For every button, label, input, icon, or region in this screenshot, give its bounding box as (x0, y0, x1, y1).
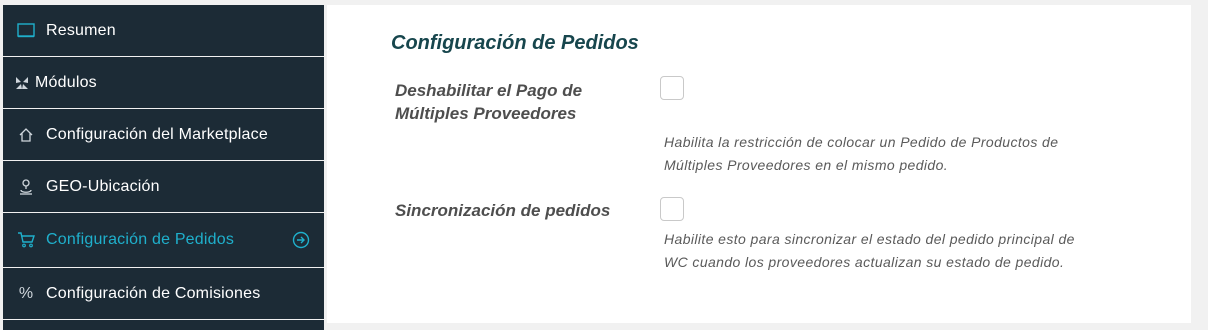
page-title: Configuración de Pedidos (391, 32, 639, 54)
option-description-disable-multi-vendor: Habilita la restricción de colocar un Pe… (664, 134, 1059, 173)
modules-icon (12, 73, 32, 93)
arrow-right-circle-icon (292, 231, 310, 249)
sidebar-item-label: Configuración de Comisiones (46, 284, 261, 302)
sidebar-item-label: GEO-Ubicación (46, 177, 160, 195)
sidebar: Resumen Módulos Configuración del Market… (3, 5, 325, 330)
option-label-order-sync: Sincronización de pedidos (395, 201, 611, 220)
sidebar-item-label: Configuración del Marketplace (46, 125, 268, 143)
sidebar-item-next[interactable] (3, 320, 324, 330)
cart-icon (16, 230, 36, 250)
sidebar-item-marketplace[interactable]: Configuración del Marketplace (3, 109, 324, 160)
sidebar-item-label: Resumen (46, 21, 116, 39)
order-sync-checkbox[interactable] (660, 197, 684, 221)
sidebar-item-label: Configuración de Pedidos (46, 231, 235, 248)
sidebar-item-label: Módulos (35, 73, 97, 91)
disable-multi-vendor-checkbox[interactable] (660, 76, 684, 100)
percent-icon: % (18, 284, 34, 302)
location-icon (16, 177, 36, 197)
sidebar-item-pedidos[interactable]: Configuración de Pedidos (3, 213, 324, 267)
sidebar-item-modulos[interactable]: Módulos (3, 57, 324, 108)
main-panel: Configuración de Pedidos Deshabilitar el… (327, 5, 1191, 323)
option-label-disable-multi-vendor: Deshabilitar el Pago de Múltiples Provee… (395, 81, 583, 123)
home-icon (16, 125, 36, 145)
option-description-order-sync: Habilite esto para sincronizar el estado… (664, 231, 1075, 270)
sidebar-item-geo[interactable]: GEO-Ubicación (3, 161, 324, 212)
sidebar-item-comisiones[interactable]: % Configuración de Comisiones (3, 268, 324, 319)
sidebar-item-resumen[interactable]: Resumen (3, 5, 324, 56)
monitor-icon (16, 21, 36, 41)
